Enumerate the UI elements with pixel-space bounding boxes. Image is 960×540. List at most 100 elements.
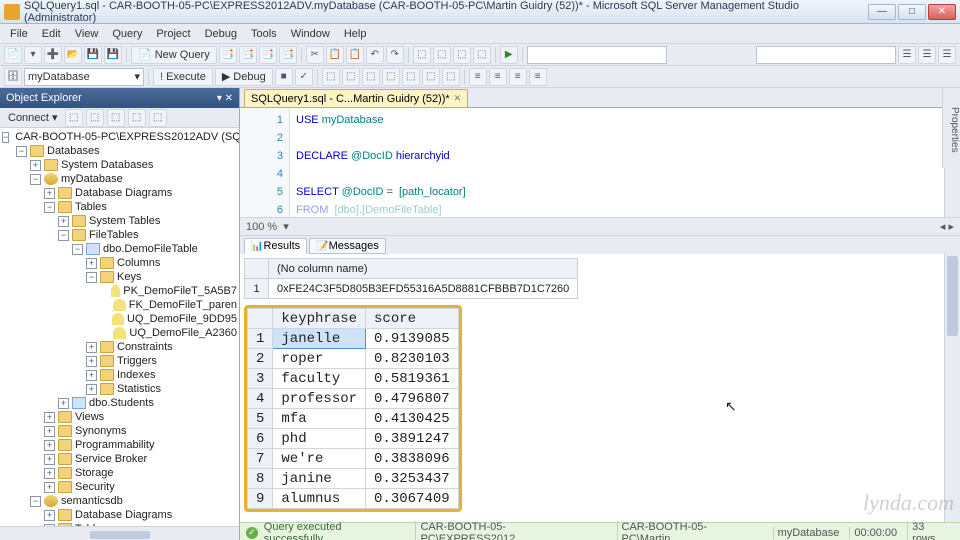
expand-icon[interactable]: + [86,384,97,395]
stop-icon[interactable]: ■ [275,68,293,86]
play-icon[interactable]: ▶ [500,46,518,64]
oe-close-icon[interactable]: ▾ ✕ [217,93,233,104]
menu-view[interactable]: View [69,26,105,42]
menu-edit[interactable]: Edit [36,26,67,42]
tree-security[interactable]: Security [75,481,115,493]
tab-messages[interactable]: 📝 Messages [309,238,386,254]
tree-fk[interactable]: FK_DemoFileT_paren [129,299,237,311]
menu-file[interactable]: File [4,26,34,42]
hscroll-icon[interactable]: ◂ ▸ [940,220,954,233]
row-header[interactable]: 1 [248,329,273,349]
expand-icon[interactable]: + [44,468,55,479]
expand-icon[interactable]: + [44,426,55,437]
code-editor[interactable]: 123456 USE myDatabase DECLARE @DocID hie… [240,108,960,218]
tb2-3[interactable]: ⬚ [362,68,380,86]
connect-button[interactable]: Connect ▾ [4,111,62,124]
tb-icon-6[interactable]: ⬚ [433,46,451,64]
tb-icon-10[interactable]: ☰ [898,46,916,64]
redo-icon[interactable]: ↷ [386,46,404,64]
tree-mydb[interactable]: myDatabase [61,173,123,185]
menu-project[interactable]: Project [150,26,196,42]
tree-databases[interactable]: Databases [47,145,100,157]
execute-button[interactable]: !Execute [153,68,213,86]
row-header[interactable]: 1 [245,279,269,299]
oe-tool-1[interactable]: ⬚ [65,109,83,127]
expand-icon[interactable]: + [44,454,55,465]
tb-icon-4[interactable]: 📑 [279,46,297,64]
expand-icon[interactable]: + [86,258,97,269]
row-header[interactable]: 6 [248,429,273,449]
tb-icon-3[interactable]: 📑 [259,46,277,64]
result-grid-1[interactable]: (No column name) 10xFE24C3F5D805B3EFD553… [244,258,578,299]
tb2-6[interactable]: ⬚ [422,68,440,86]
tb2-7[interactable]: ⬚ [442,68,460,86]
expand-icon[interactable]: + [58,216,69,227]
zoom-level[interactable]: 100 % [246,221,277,233]
tb2-5[interactable]: ⬚ [402,68,420,86]
menu-tools[interactable]: Tools [245,26,283,42]
tb2-4[interactable]: ⬚ [382,68,400,86]
expand-icon[interactable]: − [30,496,41,507]
expand-icon[interactable]: − [86,272,97,283]
tb-icon-8[interactable]: ⬚ [473,46,491,64]
expand-icon[interactable]: + [86,370,97,381]
tb2-9[interactable]: ≡ [489,68,507,86]
new-project-icon[interactable]: 📄 [4,46,22,64]
cell[interactable]: 0.4130425 [366,409,459,429]
tree-demofile[interactable]: dbo.DemoFileTable [103,243,198,255]
tree-prog[interactable]: Programmability [75,439,154,451]
row-header[interactable]: 7 [248,449,273,469]
cell[interactable]: phd [273,429,366,449]
cell[interactable]: faculty [273,369,366,389]
find-combo[interactable] [756,46,896,64]
tree-synonyms[interactable]: Synonyms [75,425,126,437]
expand-icon[interactable]: + [86,356,97,367]
tb-icon-5[interactable]: ⬚ [413,46,431,64]
expand-icon[interactable]: + [44,412,55,423]
tree-dbdiag[interactable]: Database Diagrams [75,187,172,199]
cell[interactable]: 0.3067409 [366,489,459,509]
tree-columns[interactable]: Columns [117,257,160,269]
row-header[interactable]: 9 [248,489,273,509]
col-header[interactable]: score [366,309,459,329]
cell[interactable]: janine [273,469,366,489]
tb-icon-1[interactable]: 📑 [219,46,237,64]
row-header[interactable]: 5 [248,409,273,429]
add-icon[interactable]: ➕ [44,46,62,64]
tree-systables[interactable]: System Tables [89,215,160,227]
undo-icon[interactable]: ↶ [366,46,384,64]
cell[interactable]: we're [273,449,366,469]
cell[interactable]: janelle [273,329,366,349]
minimize-button[interactable]: — [868,4,896,20]
tb-icon-11[interactable]: ☰ [918,46,936,64]
cell[interactable]: 0.3891247 [366,429,459,449]
tree-dbdiag2[interactable]: Database Diagrams [75,509,172,521]
tree-views[interactable]: Views [75,411,104,423]
tree-storage[interactable]: Storage [75,467,114,479]
tb-icon-12[interactable]: ☰ [938,46,956,64]
cell[interactable]: professor [273,389,366,409]
tree-indexes[interactable]: Indexes [117,369,156,381]
cut-icon[interactable]: ✂ [306,46,324,64]
tb2-2[interactable]: ⬚ [342,68,360,86]
tree-triggers[interactable]: Triggers [117,355,157,367]
cell[interactable]: alumnus [273,489,366,509]
row-header[interactable] [245,259,269,279]
paste-icon[interactable]: 📋 [346,46,364,64]
row-header[interactable]: 2 [248,349,273,369]
col-header[interactable]: keyphrase [273,309,366,329]
file-tab[interactable]: SQLQuery1.sql - C...Martin Guidry (52))*… [244,89,468,107]
row-header[interactable]: 4 [248,389,273,409]
tree-constraints[interactable]: Constraints [117,341,173,353]
expand-icon[interactable]: + [44,482,55,493]
oe-tool-4[interactable]: ⬚ [128,109,146,127]
col-header-noname[interactable]: (No column name) [269,259,578,279]
cell[interactable]: 0.3253437 [366,469,459,489]
tree-keys[interactable]: Keys [117,271,141,283]
result-grid-2[interactable]: keyphrasescore1janelle0.91390852roper0.8… [247,308,459,509]
cell[interactable]: 0.5819361 [366,369,459,389]
open-file-icon[interactable]: 📂 [64,46,82,64]
database-combo[interactable]: myDatabase▾ [24,68,144,86]
cell[interactable]: 0.8230103 [366,349,459,369]
tree-students[interactable]: dbo.Students [89,397,154,409]
